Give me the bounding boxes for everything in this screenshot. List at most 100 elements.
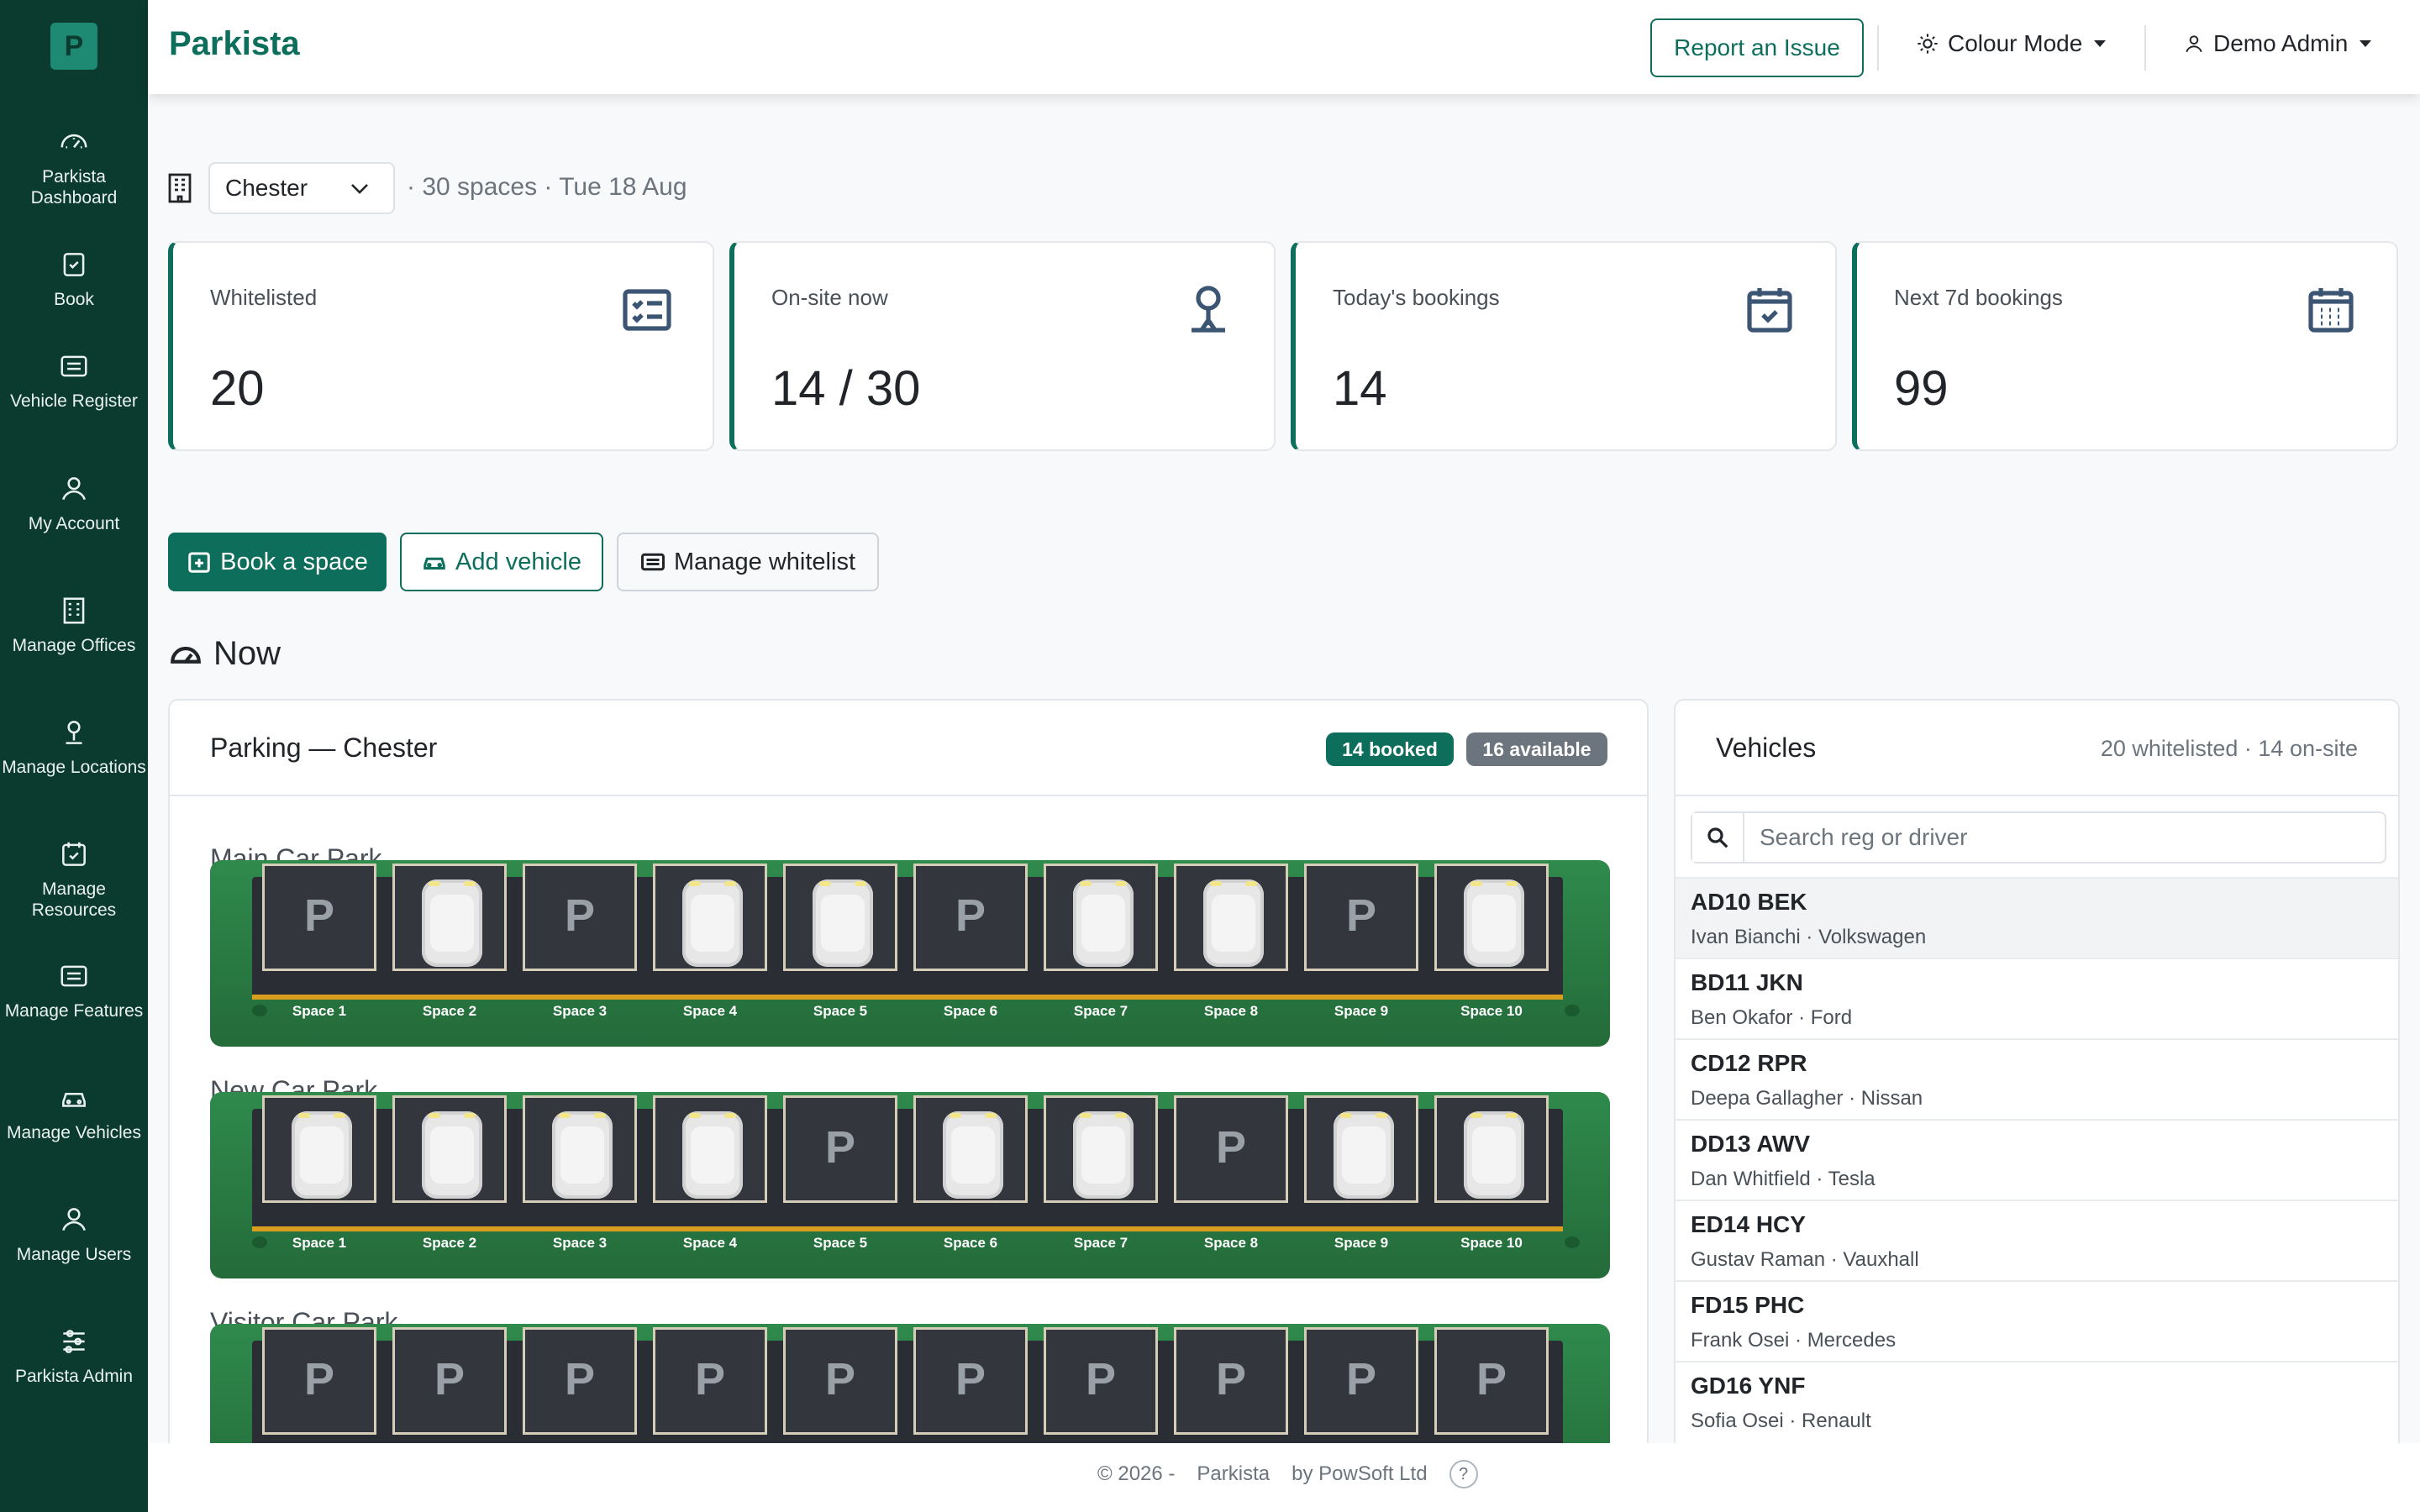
parking-space-free[interactable]: P: [913, 1327, 1028, 1435]
vehicle-list-item[interactable]: BD11 JKN Ben Okafor · Ford: [1676, 958, 2398, 1038]
sidebar-item-manage-users[interactable]: Manage Users: [0, 1204, 148, 1313]
headlight: [855, 881, 866, 886]
book-space-button[interactable]: Book a space: [168, 533, 387, 591]
car-icon: [552, 1111, 613, 1199]
sidebar-item-manage-features[interactable]: Manage Features: [0, 960, 148, 1069]
card-list-icon: [641, 553, 665, 571]
calendar-plus-icon: [188, 552, 210, 573]
sidebar-item-label: Manage Users: [16, 1245, 132, 1264]
space-label: Space 9: [1334, 1235, 1389, 1251]
manage-whitelist-button[interactable]: Manage whitelist: [617, 533, 879, 591]
parking-space-occupied[interactable]: [913, 1095, 1028, 1203]
parking-space-occupied[interactable]: [1044, 1095, 1158, 1203]
parking-space-free[interactable]: P: [783, 1327, 897, 1435]
sidebar-item-manage-offices[interactable]: Manage Offices: [0, 595, 148, 704]
headlight: [1115, 1113, 1127, 1118]
booked-badge: 14 booked: [1326, 732, 1454, 766]
parking-space-occupied[interactable]: [1434, 864, 1549, 971]
parking-space-occupied[interactable]: [392, 1095, 507, 1203]
vehicle-list-item[interactable]: FD15 PHC Frank Osei · Mercedes: [1676, 1280, 2398, 1361]
parking-space-occupied[interactable]: [1304, 1095, 1418, 1203]
headlight: [724, 1113, 736, 1118]
sidebar-item-vehicle-register[interactable]: Vehicle Register: [0, 350, 148, 459]
sidebar-item-manage-resources[interactable]: Manage Resources: [0, 838, 148, 948]
space-label: Space 9: [1334, 1003, 1389, 1019]
location-select[interactable]: Chester: [208, 162, 395, 214]
parking-panel: Parking — Chester 14 booked 16 available…: [168, 699, 1649, 1455]
shrub-icon: [1565, 1005, 1580, 1016]
sidebar-item-parkista-admin[interactable]: Parkista Admin: [0, 1326, 148, 1435]
parking-space-free[interactable]: P: [783, 1095, 897, 1203]
vehicle-search-input[interactable]: [1746, 813, 2385, 862]
parking-p-icon: P: [1476, 1354, 1507, 1404]
space-label: Space 2: [422, 1003, 477, 1019]
headlight: [559, 1113, 571, 1118]
vehicle-reg: DD13 AWV: [1691, 1131, 1811, 1157]
parking-space-free[interactable]: P: [1434, 1327, 1549, 1435]
sidebar-item-label: Book: [54, 290, 94, 309]
parking-space-free[interactable]: P: [523, 864, 637, 971]
parking-p-icon: P: [1345, 890, 1377, 941]
add-vehicle-button[interactable]: Add vehicle: [400, 533, 603, 591]
stat-card-onsite: On-site now 14 / 30: [729, 241, 1276, 451]
vehicle-reg: FD15 PHC: [1691, 1292, 1805, 1318]
sidebar-item-dashboard[interactable]: Parkista Dashboard: [0, 126, 148, 235]
parking-space-occupied[interactable]: [1434, 1095, 1549, 1203]
vehicle-list-item[interactable]: DD13 AWV Dan Whitfield · Tesla: [1676, 1119, 2398, 1200]
building-icon: [63, 597, 85, 624]
parking-space-free[interactable]: P: [1304, 864, 1418, 971]
parking-space-occupied[interactable]: [1044, 864, 1158, 971]
card-list-icon: [60, 355, 87, 377]
parking-space-free[interactable]: P: [1304, 1327, 1418, 1435]
parking-space-free[interactable]: P: [1174, 1327, 1288, 1435]
parking-space-free[interactable]: P: [262, 1327, 376, 1435]
sidebar-item-manage-vehicles[interactable]: Manage Vehicles: [0, 1082, 148, 1191]
sidebar-item-manage-locations[interactable]: Manage Locations: [0, 717, 148, 826]
vehicle-list-item[interactable]: ED14 HCY Gustav Raman · Vauxhall: [1676, 1200, 2398, 1280]
vehicle-list-item[interactable]: GD16 YNF Sofia Osei · Renault: [1676, 1361, 2398, 1441]
brand-logo[interactable]: P: [50, 23, 97, 70]
parking-space-free[interactable]: P: [1174, 1095, 1288, 1203]
footer-brand-link[interactable]: Parkista: [1197, 1462, 1270, 1486]
space-label: Space 6: [943, 1235, 998, 1251]
parking-space-free[interactable]: P: [913, 864, 1028, 971]
parking-space-free[interactable]: P: [262, 864, 376, 971]
book-calendar-icon: [63, 253, 85, 276]
sidebar-item-book[interactable]: Book: [0, 249, 148, 358]
location-person-icon: [66, 721, 82, 744]
headlight: [1080, 881, 1092, 886]
vehicle-list-item[interactable]: CD12 RPR Deepa Gallagher · Nissan: [1676, 1038, 2398, 1119]
parking-space-free[interactable]: P: [1044, 1327, 1158, 1435]
parking-space-occupied[interactable]: [392, 864, 507, 971]
parking-space-occupied[interactable]: [653, 864, 767, 971]
parking-space-free[interactable]: P: [523, 1327, 637, 1435]
colour-mode-dropdown[interactable]: Colour Mode: [1916, 30, 2107, 57]
car-icon: [682, 879, 743, 967]
user-menu-dropdown[interactable]: Demo Admin: [2183, 30, 2372, 57]
parking-space-occupied[interactable]: [653, 1095, 767, 1203]
sidebar-item-label: My Account: [28, 514, 120, 533]
space-label: Space 10: [1460, 1235, 1523, 1251]
parking-space-free[interactable]: P: [392, 1327, 507, 1435]
parking-space-occupied[interactable]: [783, 864, 897, 971]
footer-company: by PowSoft Ltd: [1292, 1462, 1428, 1485]
calendar-check-icon: [62, 842, 86, 866]
parking-space-free[interactable]: P: [653, 1327, 767, 1435]
sidebar-item-label: Parkista Admin: [14, 1367, 134, 1386]
lane-line: [252, 1226, 1563, 1231]
headlight: [985, 1113, 997, 1118]
sidebar-item-my-account[interactable]: My Account: [0, 473, 148, 582]
vehicle-list-item[interactable]: AD10 BEK Ivan Bianchi · Volkswagen: [1676, 877, 2398, 958]
parking-space-occupied[interactable]: [262, 1095, 376, 1203]
calendar-grid-icon: [2304, 283, 2358, 337]
parking-space-occupied[interactable]: [523, 1095, 637, 1203]
person-icon: [62, 1208, 86, 1231]
header-divider: [1877, 25, 1879, 71]
headlight: [464, 881, 476, 886]
help-icon[interactable]: ?: [1449, 1460, 1478, 1488]
vehicles-panel: Vehicles 20 whitelisted · 14 on-site AD1…: [1674, 699, 2400, 1455]
report-issue-button[interactable]: Report an Issue: [1650, 18, 1864, 77]
parking-space-occupied[interactable]: [1174, 864, 1288, 971]
app-title[interactable]: Parkista: [169, 25, 300, 63]
space-label: Space 7: [1073, 1235, 1128, 1251]
